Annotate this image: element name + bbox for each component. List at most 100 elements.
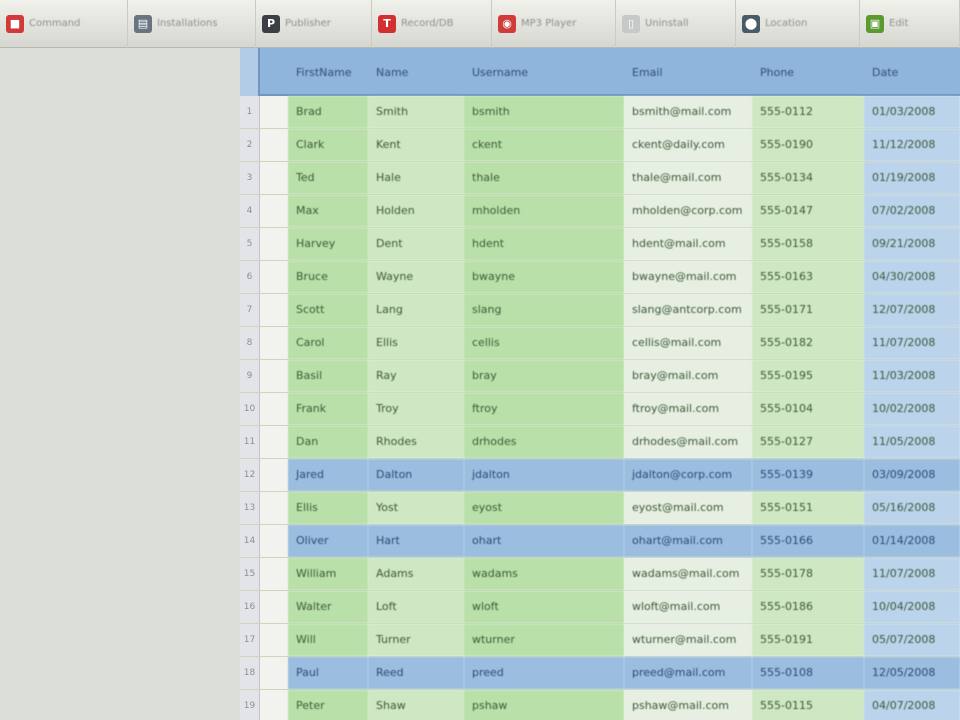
table-cell[interactable]: 12/05/2008 — [864, 657, 960, 689]
table-cell[interactable]: preed@mail.com — [624, 657, 752, 689]
column-header[interactable]: Username — [464, 66, 528, 86]
row-number[interactable]: 6 — [240, 261, 260, 293]
select-all-corner[interactable] — [240, 48, 260, 96]
table-cell[interactable]: Kent — [368, 129, 464, 161]
table-cell[interactable]: bsmith — [464, 96, 624, 128]
table-cell[interactable]: pshaw@mail.com — [624, 690, 752, 720]
table-cell[interactable]: 555-0190 — [752, 129, 864, 161]
table-cell[interactable]: 01/03/2008 — [864, 96, 960, 128]
table-cell[interactable]: Hale — [368, 162, 464, 194]
table-cell[interactable]: wloft@mail.com — [624, 591, 752, 623]
table-cell[interactable]: 555-0104 — [752, 393, 864, 425]
table-cell[interactable]: 555-0112 — [752, 96, 864, 128]
table-cell[interactable]: slang — [464, 294, 624, 326]
column-header[interactable]: FirstName — [288, 66, 352, 86]
row-number[interactable]: 2 — [240, 129, 260, 161]
row-number[interactable]: 14 — [240, 525, 260, 557]
table-cell[interactable]: 09/21/2008 — [864, 228, 960, 260]
table-cell[interactable]: Max — [288, 195, 368, 227]
toolbar-button-8[interactable]: ▣ Edit — [860, 0, 960, 48]
table-row[interactable]: 10 Frank Troy ftroy ftroy@mail.com 555-0104 10… — [240, 393, 960, 426]
toolbar-button-1[interactable]: ■ Command — [0, 0, 128, 48]
table-row[interactable]: 6 Bruce Wayne bwayne bwayne@mail.com 555-0163… — [240, 261, 960, 294]
table-cell[interactable]: preed — [464, 657, 624, 689]
table-cell[interactable]: Paul — [288, 657, 368, 689]
table-cell[interactable]: Turner — [368, 624, 464, 656]
table-cell[interactable]: William — [288, 558, 368, 590]
table-cell[interactable]: hdent — [464, 228, 624, 260]
toolbar-button-6[interactable]: ▯ Uninstall — [616, 0, 736, 48]
table-cell[interactable]: 555-0191 — [752, 624, 864, 656]
table-cell[interactable]: Oliver — [288, 525, 368, 557]
table-cell[interactable]: Brad — [288, 96, 368, 128]
table-cell[interactable]: pshaw — [464, 690, 624, 720]
table-cell[interactable]: Rhodes — [368, 426, 464, 458]
table-cell[interactable]: jdalton@corp.com — [624, 459, 752, 491]
table-cell[interactable]: 01/14/2008 — [864, 525, 960, 557]
table-cell[interactable]: ohart@mail.com — [624, 525, 752, 557]
table-cell[interactable]: 555-0186 — [752, 591, 864, 623]
row-number[interactable]: 17 — [240, 624, 260, 656]
table-cell[interactable]: 04/07/2008 — [864, 690, 960, 720]
table-cell[interactable]: 11/03/2008 — [864, 360, 960, 392]
table-cell[interactable]: 03/09/2008 — [864, 459, 960, 491]
table-cell[interactable]: 555-0115 — [752, 690, 864, 720]
table-cell[interactable]: 555-0108 — [752, 657, 864, 689]
table-cell[interactable]: 555-0134 — [752, 162, 864, 194]
row-number[interactable]: 4 — [240, 195, 260, 227]
table-row[interactable]: 18 Paul Reed preed preed@mail.com 555-0108 12/… — [240, 657, 960, 690]
table-cell[interactable]: bray — [464, 360, 624, 392]
table-cell[interactable]: 555-0178 — [752, 558, 864, 590]
table-cell[interactable]: cellis — [464, 327, 624, 359]
table-cell[interactable]: wloft — [464, 591, 624, 623]
table-cell[interactable]: 10/04/2008 — [864, 591, 960, 623]
table-row[interactable]: 17 Will Turner wturner wturner@mail.com 555-0… — [240, 624, 960, 657]
table-cell[interactable]: Scott — [288, 294, 368, 326]
toolbar-button-4[interactable]: T Record/DB — [372, 0, 492, 48]
row-number[interactable]: 15 — [240, 558, 260, 590]
row-number[interactable]: 5 — [240, 228, 260, 260]
table-cell[interactable]: Troy — [368, 393, 464, 425]
table-row[interactable]: 12 Jared Dalton jdalton jdalton@corp.com 555-… — [240, 459, 960, 492]
table-cell[interactable]: Ray — [368, 360, 464, 392]
table-cell[interactable]: 01/19/2008 — [864, 162, 960, 194]
column-header[interactable]: Name — [368, 66, 408, 86]
row-number[interactable]: 16 — [240, 591, 260, 623]
row-number[interactable]: 9 — [240, 360, 260, 392]
table-cell[interactable]: 11/12/2008 — [864, 129, 960, 161]
table-cell[interactable]: 555-0195 — [752, 360, 864, 392]
table-row[interactable]: 9 Basil Ray bray bray@mail.com 555-0195 11/03/… — [240, 360, 960, 393]
table-cell[interactable]: ftroy@mail.com — [624, 393, 752, 425]
table-row[interactable]: 4 Max Holden mholden mholden@corp.com 555-014… — [240, 195, 960, 228]
table-cell[interactable]: drhodes@mail.com — [624, 426, 752, 458]
table-cell[interactable]: Carol — [288, 327, 368, 359]
table-cell[interactable]: 11/07/2008 — [864, 327, 960, 359]
table-cell[interactable]: 555-0139 — [752, 459, 864, 491]
row-number[interactable]: 10 — [240, 393, 260, 425]
toolbar-button-3[interactable]: P Publisher — [256, 0, 372, 48]
row-number[interactable]: 11 — [240, 426, 260, 458]
table-cell[interactable]: ftroy — [464, 393, 624, 425]
table-cell[interactable]: ckent — [464, 129, 624, 161]
table-row[interactable]: 3 Ted Hale thale thale@mail.com 555-0134 01/19… — [240, 162, 960, 195]
table-cell[interactable]: Smith — [368, 96, 464, 128]
table-cell[interactable]: wadams — [464, 558, 624, 590]
table-cell[interactable]: Ellis — [288, 492, 368, 524]
table-row[interactable]: 14 Oliver Hart ohart ohart@mail.com 555-0166 0… — [240, 525, 960, 558]
table-cell[interactable]: Dalton — [368, 459, 464, 491]
table-cell[interactable]: eyost — [464, 492, 624, 524]
row-number[interactable]: 8 — [240, 327, 260, 359]
table-cell[interactable]: Lang — [368, 294, 464, 326]
table-cell[interactable]: Bruce — [288, 261, 368, 293]
table-cell[interactable]: Walter — [288, 591, 368, 623]
row-number[interactable]: 12 — [240, 459, 260, 491]
table-cell[interactable]: ckent@daily.com — [624, 129, 752, 161]
table-cell[interactable]: cellis@mail.com — [624, 327, 752, 359]
table-cell[interactable]: 555-0147 — [752, 195, 864, 227]
table-cell[interactable]: Frank — [288, 393, 368, 425]
table-cell[interactable]: thale@mail.com — [624, 162, 752, 194]
toolbar-button-5[interactable]: ◉ MP3 Player — [492, 0, 616, 48]
table-cell[interactable]: 555-0163 — [752, 261, 864, 293]
table-cell[interactable]: mholden — [464, 195, 624, 227]
table-cell[interactable]: 11/07/2008 — [864, 558, 960, 590]
